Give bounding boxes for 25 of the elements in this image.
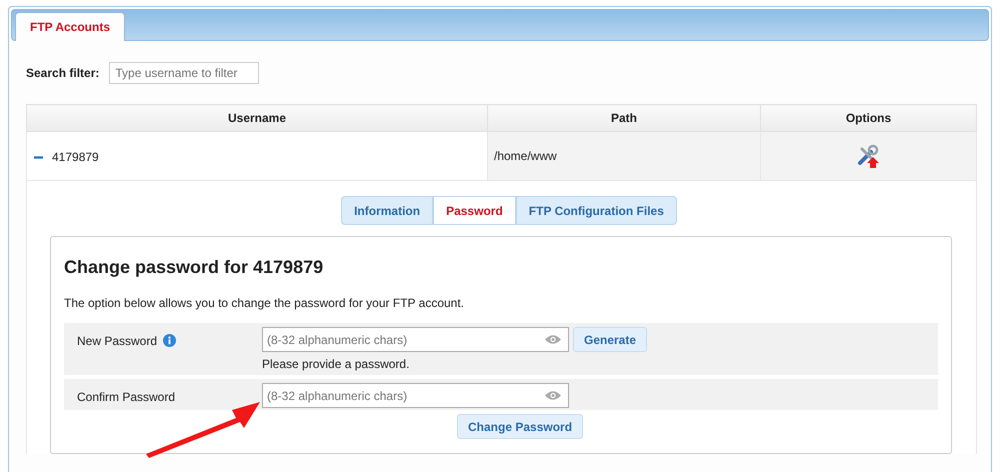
validation-message: Please provide a password.	[262, 357, 410, 371]
search-field[interactable]: Type username to filter	[109, 62, 260, 84]
table-cell: 4179879	[52, 150, 99, 164]
eye-icon[interactable]	[544, 334, 562, 345]
form-description: The option below allows you to change the password for your FTP account.	[64, 296, 466, 310]
eye-icon[interactable]	[544, 390, 562, 401]
info-icon[interactable]	[163, 334, 176, 347]
search-label: Search filter:	[26, 66, 100, 80]
generate-button[interactable]: Generate	[573, 327, 648, 352]
tab[interactable]: FTP Accounts	[15, 12, 126, 41]
field-label: Confirm Password	[77, 390, 176, 404]
password-field[interactable]: (8-32 alphanumeric chars)	[262, 383, 569, 408]
change-password-button[interactable]: Change Password	[457, 414, 584, 439]
password-field[interactable]: (8-32 alphanumeric chars)	[262, 327, 569, 352]
tab[interactable]: Information	[341, 196, 434, 225]
column-header: Path	[488, 104, 760, 132]
collapse-toggle[interactable]	[34, 156, 43, 159]
table-cell: /home/www	[494, 149, 557, 163]
tab[interactable]: FTP Configuration Files	[516, 196, 677, 225]
column-header: Options	[760, 104, 976, 132]
column-header: Username	[26, 104, 488, 132]
tools-icon[interactable]	[856, 144, 880, 168]
tab[interactable]: Password	[433, 196, 516, 225]
field-label: New Password	[77, 334, 158, 348]
form-title: Change password for 4179879	[64, 257, 324, 278]
